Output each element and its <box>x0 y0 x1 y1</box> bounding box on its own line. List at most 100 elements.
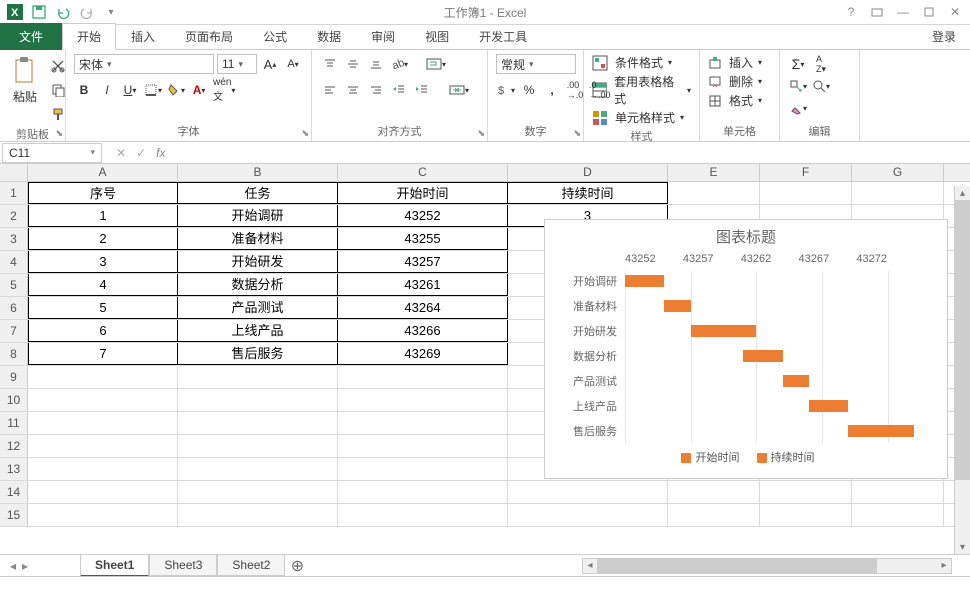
clipboard-dialog-icon[interactable]: ⬊ <box>55 128 63 139</box>
increase-indent-icon[interactable] <box>412 80 432 100</box>
qat-customize-icon[interactable]: ▾ <box>100 1 122 23</box>
cell[interactable] <box>760 481 852 503</box>
row-header[interactable]: 7 <box>0 320 28 342</box>
row-header[interactable]: 3 <box>0 228 28 250</box>
sheet-nav-next-icon[interactable]: ▸ <box>22 559 28 573</box>
sort-filter-icon[interactable]: AZ▾ <box>811 54 831 74</box>
cell[interactable]: 产品测试 <box>178 297 338 319</box>
cell[interactable]: 4 <box>28 274 178 296</box>
cell[interactable] <box>338 435 508 457</box>
cell[interactable] <box>178 481 338 503</box>
cell[interactable]: 6 <box>28 320 178 342</box>
cell[interactable]: 1 <box>28 205 178 227</box>
chart-legend[interactable]: 开始时间 持续时间 <box>545 443 947 471</box>
cell[interactable] <box>178 412 338 434</box>
row-header[interactable]: 11 <box>0 412 28 434</box>
cell[interactable]: 5 <box>28 297 178 319</box>
undo-icon[interactable] <box>52 1 74 23</box>
sheet-tab[interactable]: Sheet3 <box>149 555 217 576</box>
cell[interactable] <box>28 366 178 388</box>
cell[interactable]: 43257 <box>338 251 508 273</box>
orientation-icon[interactable]: ab▾ <box>389 54 409 74</box>
tab-data[interactable]: 数据 <box>302 23 356 50</box>
row-header[interactable]: 10 <box>0 389 28 411</box>
tab-file[interactable]: 文件 <box>0 23 62 50</box>
sheet-tab[interactable]: Sheet2 <box>217 555 285 576</box>
horizontal-scrollbar[interactable]: ◂ ▸ <box>582 558 952 574</box>
gantt-bar[interactable] <box>848 425 914 437</box>
row-header[interactable]: 15 <box>0 504 28 526</box>
decrease-font-icon[interactable]: A▾ <box>283 54 303 74</box>
redo-icon[interactable] <box>76 1 98 23</box>
font-color-button[interactable]: A▾ <box>189 80 209 100</box>
align-bottom-icon[interactable] <box>366 54 386 74</box>
cell[interactable] <box>668 504 760 526</box>
sheet-nav-prev-icon[interactable]: ◂ <box>10 559 16 573</box>
cell[interactable]: 2 <box>28 228 178 250</box>
cell[interactable] <box>668 182 760 204</box>
cell[interactable] <box>178 366 338 388</box>
align-top-icon[interactable] <box>320 54 340 74</box>
tab-view[interactable]: 视图 <box>410 23 464 50</box>
fill-color-button[interactable]: ▾ <box>166 80 186 100</box>
font-name-combo[interactable]: 宋体▾ <box>74 54 214 74</box>
increase-decimal-icon[interactable]: .00→.0 <box>565 80 585 100</box>
cell[interactable]: 售后服务 <box>178 343 338 365</box>
tab-insert[interactable]: 插入 <box>116 23 170 50</box>
wrap-text-button[interactable]: ▾ <box>425 54 447 74</box>
gantt-bar[interactable] <box>809 400 848 412</box>
row-header[interactable]: 2 <box>0 205 28 227</box>
cell[interactable] <box>668 481 760 503</box>
align-dialog-icon[interactable]: ⬊ <box>477 128 485 139</box>
decrease-decimal-icon[interactable]: .0→.00 <box>588 80 612 100</box>
accounting-format-icon[interactable]: $▾ <box>496 80 516 100</box>
align-middle-icon[interactable] <box>343 54 363 74</box>
cell[interactable]: 43261 <box>338 274 508 296</box>
cell[interactable] <box>178 504 338 526</box>
col-header-B[interactable]: B <box>178 164 338 181</box>
scroll-down-icon[interactable]: ▾ <box>955 540 970 554</box>
cell[interactable] <box>178 458 338 480</box>
row-header[interactable]: 1 <box>0 182 28 204</box>
align-left-icon[interactable] <box>320 80 340 100</box>
cell[interactable] <box>852 481 944 503</box>
cell[interactable] <box>760 182 852 204</box>
cell[interactable] <box>338 412 508 434</box>
number-dialog-icon[interactable]: ⬊ <box>573 128 581 139</box>
ribbon-options-icon[interactable] <box>868 3 886 21</box>
cell[interactable]: 上线产品 <box>178 320 338 342</box>
cell[interactable] <box>28 481 178 503</box>
format-painter-icon[interactable] <box>48 104 68 124</box>
formula-bar[interactable]: ✕ ✓ fx <box>102 146 165 160</box>
cell[interactable]: 7 <box>28 343 178 365</box>
cell[interactable] <box>338 504 508 526</box>
cell[interactable]: 3 <box>28 251 178 273</box>
col-header-F[interactable]: F <box>760 164 852 181</box>
underline-button[interactable]: U ▾ <box>120 80 140 100</box>
cell[interactable]: 开始研发 <box>178 251 338 273</box>
delete-cells-button[interactable]: 删除▾ <box>708 73 762 90</box>
cell[interactable] <box>338 389 508 411</box>
insert-cells-button[interactable]: 插入▾ <box>708 54 762 71</box>
cut-icon[interactable] <box>48 56 68 76</box>
col-header-A[interactable]: A <box>28 164 178 181</box>
gantt-bar[interactable] <box>625 275 664 287</box>
paste-button[interactable]: 粘贴 <box>8 54 42 107</box>
gantt-bar[interactable] <box>664 300 690 312</box>
merge-center-button[interactable]: ▾ <box>448 80 470 100</box>
clear-icon[interactable]: ▾ <box>788 98 808 118</box>
cell[interactable] <box>28 435 178 457</box>
worksheet-grid[interactable]: A B C D E F G 1序号任务开始时间持续时间 21开始调研432523… <box>0 164 970 546</box>
gantt-chart[interactable]: 图表标题 43252 43257 43262 43267 43272 开始调研准… <box>544 219 948 479</box>
tab-home[interactable]: 开始 <box>62 23 116 50</box>
save-icon[interactable] <box>28 1 50 23</box>
scroll-thumb[interactable] <box>955 200 970 480</box>
cell[interactable]: 43252 <box>338 205 508 227</box>
sheet-tab[interactable]: Sheet1 <box>80 555 149 577</box>
cell[interactable] <box>760 504 852 526</box>
tab-dev[interactable]: 开发工具 <box>464 23 542 50</box>
scroll-thumb[interactable] <box>597 559 877 573</box>
percent-format-icon[interactable]: % <box>519 80 539 100</box>
cell[interactable] <box>28 412 178 434</box>
vertical-scrollbar[interactable]: ▴ ▾ <box>954 186 970 554</box>
